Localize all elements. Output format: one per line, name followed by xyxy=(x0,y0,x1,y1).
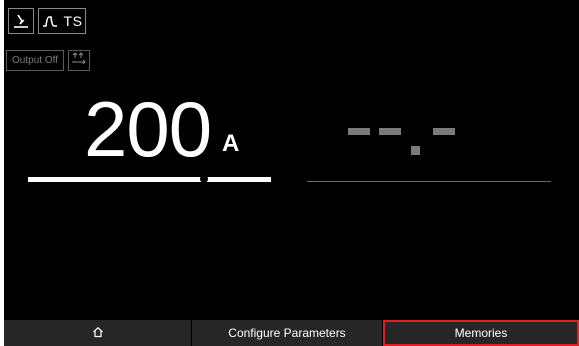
mode-label: TS xyxy=(63,13,83,29)
welder-screen: TS Output Off 200 A Configure Parameters… xyxy=(4,0,579,346)
memories-button[interactable]: Memories xyxy=(383,320,579,346)
decimal-segment xyxy=(411,146,420,155)
bottom-nav: Configure Parameters Memories xyxy=(4,320,579,346)
dash-segment xyxy=(379,128,401,135)
secondary-baseline xyxy=(307,181,551,182)
flow-arrows-button[interactable] xyxy=(68,50,90,71)
home-icon xyxy=(92,326,104,341)
torch-mode-button[interactable] xyxy=(8,8,34,34)
current-slider[interactable] xyxy=(28,177,271,182)
process-mode-button[interactable]: TS xyxy=(38,8,86,34)
current-unit: A xyxy=(222,130,240,157)
configure-parameters-button[interactable]: Configure Parameters xyxy=(192,320,382,346)
memories-label: Memories xyxy=(454,326,508,340)
output-label: Output Off xyxy=(12,55,58,66)
welding-torch-icon xyxy=(12,12,30,30)
dash-segment xyxy=(433,128,455,135)
dash-segment xyxy=(348,128,370,135)
home-button[interactable] xyxy=(4,320,191,346)
flow-arrows-icon xyxy=(71,52,87,69)
pulse-waveform-icon xyxy=(42,14,58,28)
current-value[interactable]: 200 xyxy=(84,90,212,168)
slider-thumb[interactable] xyxy=(199,175,208,183)
configure-label: Configure Parameters xyxy=(228,326,346,340)
output-off-button[interactable]: Output Off xyxy=(6,50,64,71)
